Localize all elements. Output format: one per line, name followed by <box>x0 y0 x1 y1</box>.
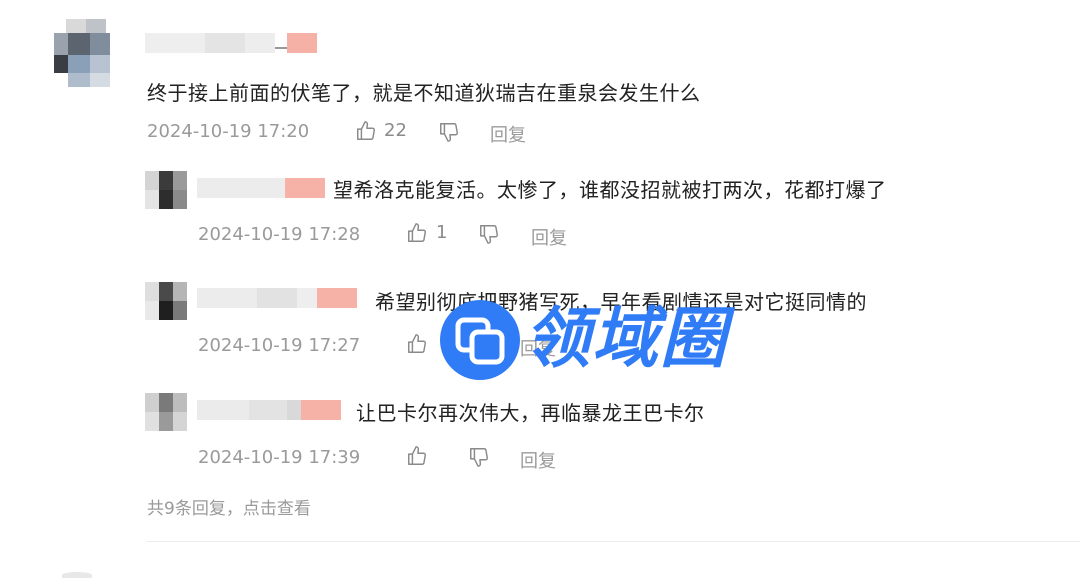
reply-timestamp: 2024-10-19 17:27 <box>198 335 361 356</box>
thumbs-up-icon[interactable] <box>406 333 428 355</box>
username-blurred[interactable] <box>145 33 317 53</box>
avatar[interactable] <box>145 393 187 431</box>
thumbs-up-icon[interactable] <box>406 222 428 244</box>
avatar[interactable] <box>62 572 92 578</box>
thumbs-down-icon[interactable] <box>478 223 500 245</box>
thumbs-down-icon[interactable] <box>468 446 490 468</box>
reply-button[interactable]: 回复 <box>520 447 556 473</box>
divider <box>147 541 1080 542</box>
view-more-replies-link[interactable]: 共9条回复，点击查看 <box>147 494 311 519</box>
like-count: 22 <box>384 120 407 141</box>
like-count: 1 <box>436 222 448 243</box>
avatar[interactable] <box>145 282 187 320</box>
watermark-text: 领域圈 <box>524 300 728 377</box>
reply-text: 让巴卡尔再次伟大，再临暴龙王巴卡尔 <box>356 401 705 425</box>
avatar[interactable] <box>145 171 187 209</box>
reply-timestamp: 2024-10-19 17:28 <box>198 224 361 245</box>
username-blurred[interactable] <box>197 400 341 420</box>
thumbs-down-icon[interactable] <box>438 121 460 143</box>
username-blurred[interactable] <box>197 288 357 308</box>
avatar[interactable] <box>54 19 114 87</box>
reply-text: 望希洛克能复活。太惨了，谁都没招就被打两次，花都打爆了 <box>333 178 887 202</box>
reply-timestamp: 2024-10-19 17:39 <box>198 447 361 468</box>
watermark-logo-icon <box>440 300 520 380</box>
thumbs-up-icon[interactable] <box>406 445 428 467</box>
username-blurred[interactable] <box>197 178 325 198</box>
reply-button[interactable]: 回复 <box>531 224 567 250</box>
thumbs-up-icon[interactable] <box>355 120 377 142</box>
comment-timestamp: 2024-10-19 17:20 <box>147 121 310 142</box>
watermark: 领域圈 <box>440 299 770 381</box>
comment-text: 终于接上前面的伏笔了，就是不知道狄瑞吉在重泉会发生什么 <box>147 81 701 105</box>
reply-button[interactable]: 回复 <box>490 121 526 147</box>
